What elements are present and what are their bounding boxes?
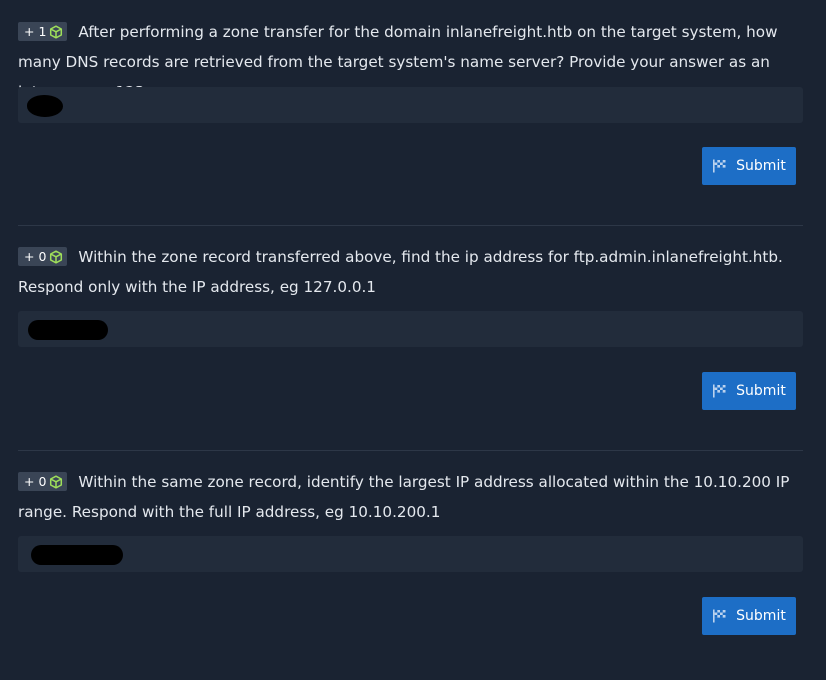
flag-icon	[713, 609, 726, 623]
redacted-answer	[27, 95, 63, 117]
cube-icon	[50, 249, 63, 264]
question-text-container: + 0 Within the same zone record, identify…	[18, 467, 808, 527]
submit-button[interactable]: Submit	[702, 372, 796, 410]
redacted-answer	[28, 320, 108, 340]
flag-icon	[713, 384, 726, 398]
submit-label: Submit	[736, 608, 786, 624]
points-value: + 1	[24, 24, 47, 39]
divider	[18, 450, 803, 451]
question-text: Within the zone record transferred above…	[18, 248, 783, 296]
points-badge: + 1	[18, 22, 68, 41]
points-badge: + 0	[18, 472, 68, 491]
question-text: Within the same zone record, identify th…	[18, 473, 790, 521]
answer-input[interactable]	[18, 536, 803, 572]
answer-input[interactable]	[18, 87, 803, 123]
submit-button[interactable]: Submit	[702, 147, 796, 185]
points-value: + 0	[24, 474, 47, 489]
answer-input[interactable]	[18, 311, 803, 347]
divider	[18, 225, 803, 226]
question-text-container: + 0 Within the zone record transferred ab…	[18, 242, 808, 302]
cube-icon	[50, 474, 63, 489]
flag-icon	[713, 159, 726, 173]
cube-icon	[50, 24, 63, 39]
submit-button[interactable]: Submit	[702, 597, 796, 635]
points-value: + 0	[24, 249, 47, 264]
redacted-answer	[31, 545, 123, 565]
points-badge: + 0	[18, 247, 68, 266]
submit-label: Submit	[736, 383, 786, 399]
submit-label: Submit	[736, 158, 786, 174]
